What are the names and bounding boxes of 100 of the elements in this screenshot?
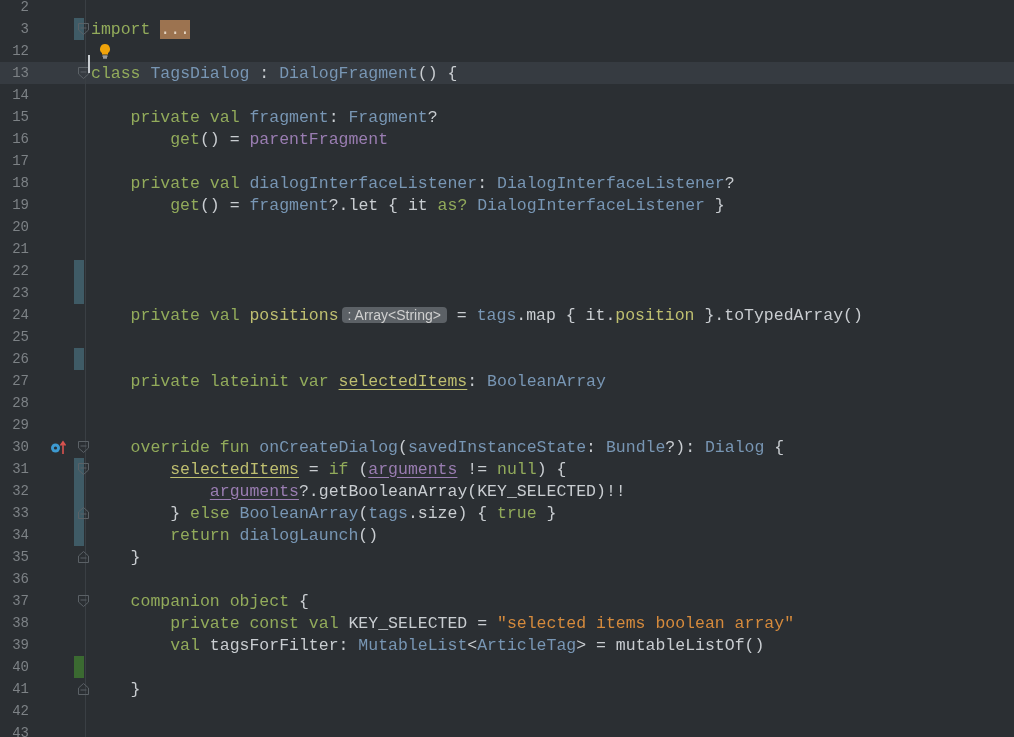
- identifier: BooleanArray: [239, 503, 359, 523]
- line-number: 14: [11, 87, 29, 103]
- line-number: 39: [11, 637, 29, 653]
- identifier: Dialog: [704, 437, 765, 457]
- line-number: 43: [11, 725, 29, 737]
- keyword: if: [328, 459, 350, 479]
- identifier: Bundle: [605, 437, 666, 457]
- fold-toggle-icon[interactable]: [78, 67, 89, 79]
- line-number: 26: [11, 351, 29, 367]
- line-number: 2: [19, 0, 29, 15]
- keyword: else: [190, 503, 231, 523]
- change-marker[interactable]: [74, 524, 84, 546]
- code-text: tagsForFilter:: [209, 635, 350, 655]
- code-text: =: [308, 459, 320, 479]
- code-text: .map { it.: [516, 305, 616, 325]
- line-number: 34: [11, 527, 29, 543]
- lightbulb-icon[interactable]: [99, 43, 111, 59]
- line-number: 24: [11, 307, 29, 323]
- code-text: :: [328, 107, 340, 127]
- code-text: =: [456, 305, 468, 325]
- code-text: }: [130, 679, 141, 699]
- code-text: () {: [417, 63, 458, 83]
- line-number: 3: [19, 21, 29, 37]
- code-text: (: [358, 503, 369, 523]
- fold-end-icon[interactable]: [78, 551, 89, 563]
- keyword: as?: [437, 195, 469, 215]
- change-marker[interactable]: [74, 282, 84, 304]
- identifier: ArticleTag: [477, 635, 577, 655]
- code-text: .size) {: [407, 503, 489, 523]
- line-number: 15: [11, 109, 29, 125]
- keyword: private lateinit var: [130, 371, 330, 391]
- keyword: override fun: [130, 437, 251, 457]
- code-text: }.toTypedArray(): [704, 305, 863, 325]
- line-number: 40: [11, 659, 29, 675]
- line-number: 22: [11, 263, 29, 279]
- keyword: return: [170, 525, 231, 545]
- identifier: positions: [249, 305, 339, 325]
- line-number: 41: [11, 681, 29, 697]
- keyword: val: [170, 635, 201, 655]
- code-text: > = mutableListOf(): [576, 635, 765, 655]
- line-number: 35: [11, 549, 29, 565]
- code-text: :: [259, 63, 271, 83]
- fold-toggle-icon[interactable]: [78, 595, 89, 607]
- fold-toggle-icon[interactable]: [78, 23, 89, 35]
- code-text: KEY_SELECTED =: [348, 613, 489, 633]
- code-text: :: [467, 371, 479, 391]
- identifier: arguments: [368, 459, 458, 479]
- code-text: :: [477, 173, 489, 193]
- keyword: private val: [130, 173, 241, 193]
- identifier: savedInstanceState: [407, 437, 587, 457]
- code-text: <: [467, 635, 478, 655]
- code-text: (: [397, 437, 408, 457]
- line-number: 27: [11, 373, 29, 389]
- identifier: dialogInterfaceListener: [249, 173, 478, 193]
- folded-code: ...: [160, 19, 191, 39]
- line-number: 23: [11, 285, 29, 301]
- code-text: ?.let { it: [328, 195, 429, 215]
- fold-toggle-icon[interactable]: [78, 441, 89, 453]
- identifier: Fragment: [348, 107, 428, 127]
- string-literal: "selected items boolean array": [497, 613, 795, 633]
- code-text: {: [774, 437, 785, 457]
- code-text: ?):: [665, 437, 697, 457]
- identifier: position: [615, 305, 695, 325]
- code-text: !=: [467, 459, 489, 479]
- keyword: private val: [130, 305, 241, 325]
- line-number: 37: [11, 593, 29, 609]
- keyword: import: [91, 19, 152, 39]
- identifier: selectedItems: [338, 371, 468, 391]
- fold-end-icon[interactable]: [78, 683, 89, 695]
- change-marker[interactable]: [74, 656, 84, 678]
- line-number: 25: [11, 329, 29, 345]
- line-number: 19: [11, 197, 29, 213]
- code-text: () =: [199, 129, 241, 149]
- change-marker[interactable]: [74, 458, 84, 480]
- line-number: 32: [11, 483, 29, 499]
- text-caret: [88, 54, 90, 73]
- line-number: 42: [11, 703, 29, 719]
- keyword: get: [170, 195, 200, 215]
- keyword: true: [497, 503, 537, 523]
- keyword: companion object: [130, 591, 291, 611]
- line-number: 21: [11, 241, 29, 257]
- keyword: class: [91, 63, 142, 83]
- keyword: private val: [130, 107, 241, 127]
- line-number: 18: [11, 175, 29, 191]
- code-text: :: [586, 437, 597, 457]
- code-text: }: [714, 195, 725, 215]
- code-text: ?: [724, 173, 735, 193]
- line-number: 29: [11, 417, 29, 433]
- identifier: DialogInterfaceListener: [497, 173, 725, 193]
- type-hint: : Array<String>: [341, 307, 447, 323]
- code-text: }: [546, 503, 557, 523]
- change-marker[interactable]: [74, 260, 84, 282]
- fold-toggle-icon[interactable]: [78, 463, 89, 475]
- change-marker[interactable]: [74, 18, 84, 40]
- line-number: 33: [11, 505, 29, 521]
- override-icon[interactable]: [50, 439, 68, 455]
- identifier: DialogFragment: [279, 63, 418, 83]
- identifier: fragment: [249, 107, 329, 127]
- fold-end-icon[interactable]: [78, 507, 89, 519]
- change-marker[interactable]: [74, 348, 84, 370]
